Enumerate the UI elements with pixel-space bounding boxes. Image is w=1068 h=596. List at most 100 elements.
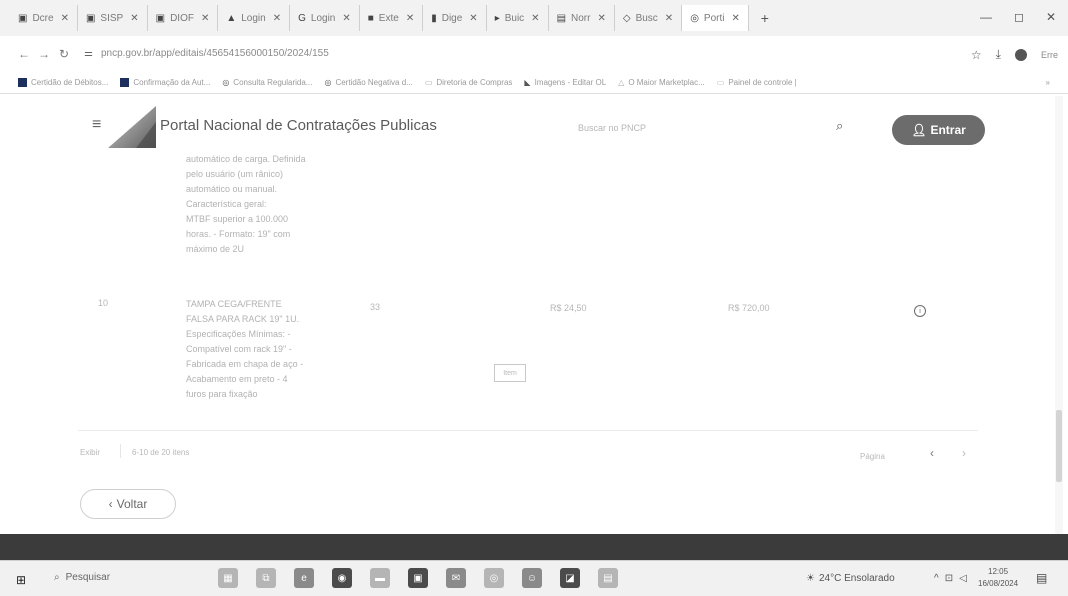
close-icon[interactable]: ✕: [665, 13, 673, 24]
site-settings-icon[interactable]: ⚌: [84, 48, 93, 59]
more-bookmarks-icon[interactable]: »: [1046, 78, 1050, 87]
marketplace-icon: △: [618, 78, 625, 87]
browser-tab[interactable]: ▸ Buic ✕: [487, 5, 549, 31]
weather-widget[interactable]: ☀ 24°C Ensolarado: [806, 573, 895, 584]
sun-icon: ☀: [806, 573, 815, 584]
search-input[interactable]: Buscar no PNCP: [578, 123, 646, 133]
maximize-icon[interactable]: ◻: [1014, 10, 1024, 24]
browser-tab[interactable]: ▲ Login ✕: [218, 5, 291, 31]
taskbar-search[interactable]: ⌕ Pesquisar: [54, 572, 110, 583]
description-line: Característica geral:: [186, 199, 267, 209]
chevron-up-icon[interactable]: ^: [934, 573, 939, 584]
back-button[interactable]: ‹ Voltar: [80, 489, 176, 519]
network-icon[interactable]: ⊡: [945, 573, 953, 584]
bookmark-item[interactable]: ▭ Diretoria de Compras: [425, 78, 513, 87]
browser-actions: ☆ ⤓ Erre: [971, 47, 1058, 62]
description-line: Fabricada em chapa de aço -: [186, 359, 304, 369]
page-label[interactable]: Página: [860, 452, 885, 461]
chrome-icon[interactable]: ◉: [332, 568, 352, 588]
edge-icon[interactable]: e: [294, 568, 314, 588]
document-icon[interactable]: ▤: [598, 568, 618, 588]
item-range-label: 6-10 de 20 itens: [132, 448, 190, 457]
store-icon[interactable]: ▣: [408, 568, 428, 588]
page-size-label[interactable]: Exibir: [80, 448, 100, 457]
window-close-icon[interactable]: ✕: [1046, 10, 1056, 24]
panel-icon: ▭: [716, 78, 725, 87]
browser-tab-active[interactable]: ◎ Porti ✕: [682, 5, 749, 31]
widget-icon[interactable]: ▦: [218, 568, 238, 588]
description-line: FALSA PARA RACK 19" 1U.: [186, 314, 300, 324]
menu-icon[interactable]: ≡: [92, 116, 101, 134]
back-label: Voltar: [116, 497, 148, 511]
mail-icon[interactable]: ✉: [446, 568, 466, 588]
close-icon[interactable]: ✕: [61, 13, 69, 24]
description-line: automático de carga. Definida: [186, 154, 306, 164]
chevron-right-icon[interactable]: ›: [962, 446, 966, 460]
app-icon[interactable]: ◎: [484, 568, 504, 588]
tab-label: Buic: [504, 12, 525, 24]
scrollbar-thumb[interactable]: [1056, 410, 1062, 482]
close-icon[interactable]: ✕: [342, 13, 350, 24]
close-icon[interactable]: ✕: [597, 13, 605, 24]
tab-label: DIOF: [170, 12, 194, 24]
bookmark-label: Painel de controle |: [728, 78, 797, 87]
clock-date: 16/08/2024: [978, 579, 1019, 588]
login-button[interactable]: 👤︎ Entrar: [892, 115, 985, 145]
details-icon[interactable]: i: [914, 305, 926, 317]
download-icon[interactable]: ⤓: [996, 47, 1001, 62]
description-line: TAMPA CEGA/FRENTE: [186, 299, 282, 309]
bookmark-label: O Maior Marketplac...: [628, 78, 705, 87]
new-tab-button[interactable]: +: [753, 6, 777, 30]
windows-start-icon[interactable]: ⊞: [16, 573, 26, 587]
bookmark-item[interactable]: Confirmação da Aut...: [120, 78, 210, 87]
close-icon[interactable]: ✕: [469, 13, 477, 24]
chevron-left-icon[interactable]: ‹: [930, 446, 934, 460]
browser-tab[interactable]: ▣ SISP ✕: [78, 5, 148, 31]
tab-label: Dige: [441, 12, 463, 24]
close-icon[interactable]: ✕: [531, 13, 539, 24]
speaker-icon[interactable]: ◁: [959, 573, 967, 584]
task-view-icon[interactable]: ⧉: [256, 568, 276, 588]
browser-tab[interactable]: ▮ Dige ✕: [423, 5, 487, 31]
close-icon[interactable]: ✕: [130, 13, 138, 24]
star-icon[interactable]: ☆: [971, 48, 982, 62]
table-divider: [78, 430, 978, 431]
bookmark-item[interactable]: ▭ Painel de controle |: [717, 78, 797, 87]
minimize-icon[interactable]: —: [980, 10, 992, 24]
close-icon[interactable]: ✕: [406, 13, 414, 24]
browser-tab[interactable]: ■ Exte ✕: [360, 5, 424, 31]
pdf-icon[interactable]: ◪: [560, 568, 580, 588]
people-icon[interactable]: ☺: [522, 568, 542, 588]
bookmark-item[interactable]: ◎ Consulta Regularida...: [222, 78, 312, 87]
browser-tab[interactable]: ▤ Norr ✕: [549, 5, 615, 31]
document-icon: ■: [367, 12, 374, 24]
notification-icon[interactable]: ▤: [1036, 571, 1047, 585]
close-icon[interactable]: ✕: [201, 13, 209, 24]
url-text: pncp.gov.br/app/editais/45654156000150/2…: [100, 48, 329, 59]
close-icon[interactable]: ✕: [731, 13, 739, 24]
forward-arrow-icon[interactable]: →: [34, 47, 54, 61]
close-icon[interactable]: ✕: [273, 13, 281, 24]
bookmark-item[interactable]: △ O Maior Marketplac...: [618, 78, 705, 87]
bookmark-item[interactable]: ◎ Certidão Negativa d...: [324, 78, 412, 87]
description-line: Especificações Mínimas: -: [186, 329, 291, 339]
bookmark-item[interactable]: ◣ Imagens - Editar OL: [524, 78, 606, 87]
image-icon: ◣: [524, 78, 531, 87]
profile-label[interactable]: Erre: [1041, 50, 1058, 60]
browser-tab[interactable]: ◇ Busc ✕: [615, 5, 683, 31]
browser-tab[interactable]: ▣ DIOF ✕: [148, 5, 219, 31]
back-arrow-icon[interactable]: ←: [14, 47, 34, 61]
bookmark-item[interactable]: Certidão de Débitos...: [18, 78, 108, 87]
globe-icon: ◎: [222, 78, 230, 87]
search-icon[interactable]: ⌕: [836, 118, 843, 134]
description-line: máximo de 2U: [186, 244, 245, 254]
file-explorer-icon[interactable]: ▬: [370, 568, 390, 588]
browser-tab[interactable]: G Login ✕: [290, 5, 360, 31]
browser-tab[interactable]: ▣ Dcre ✕: [10, 5, 78, 31]
profile-avatar[interactable]: [1014, 48, 1027, 61]
clock[interactable]: 12:05 16/08/2024: [978, 566, 1018, 590]
user-icon: 👤︎: [911, 123, 927, 137]
reload-icon[interactable]: ↻: [54, 47, 74, 61]
url-field[interactable]: ⚌ pncp.gov.br/app/editais/45654156000150/…: [84, 48, 329, 59]
globe-icon: ◎: [324, 78, 332, 87]
